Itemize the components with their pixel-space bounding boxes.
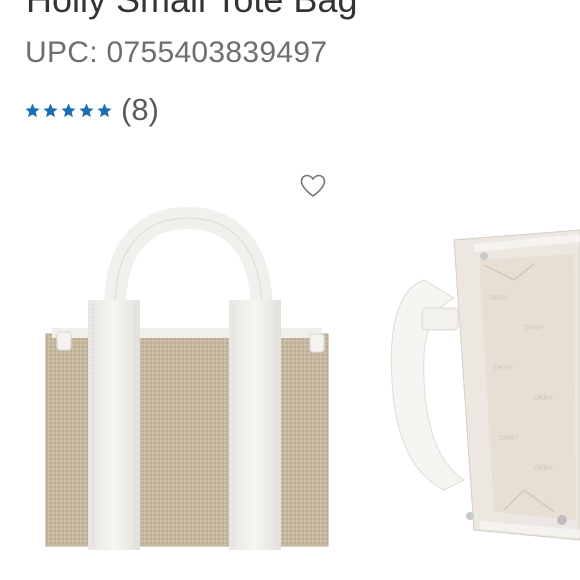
star-icon — [78, 102, 95, 119]
heart-outline-icon — [300, 174, 326, 197]
upc-label: UPC: 0755403839497 — [25, 36, 328, 69]
product-image-interior[interactable]: DKNY DKNY DKNY DKNY DKNY DKNY — [384, 220, 580, 550]
svg-text:DKNY: DKNY — [524, 325, 544, 332]
star-icon — [60, 102, 77, 119]
rating-summary[interactable]: (8) — [24, 90, 159, 130]
star-icon — [96, 102, 113, 119]
svg-text:DKNY: DKNY — [489, 295, 509, 302]
star-icon — [42, 102, 59, 119]
favorite-button[interactable] — [299, 173, 327, 199]
svg-text:DKNY: DKNY — [534, 465, 554, 472]
svg-text:DKNY: DKNY — [494, 365, 514, 372]
star-rating — [24, 102, 113, 119]
star-icon — [24, 102, 41, 119]
product-title: Holly Small Tote Bag — [26, 0, 358, 20]
review-count[interactable]: (8) — [121, 93, 159, 127]
svg-text:DKNY: DKNY — [534, 395, 554, 402]
product-image-front[interactable] — [0, 200, 360, 580]
product-image-gallery[interactable]: DKNY DKNY DKNY DKNY DKNY DKNY — [0, 200, 580, 580]
svg-text:DKNY: DKNY — [499, 435, 519, 442]
